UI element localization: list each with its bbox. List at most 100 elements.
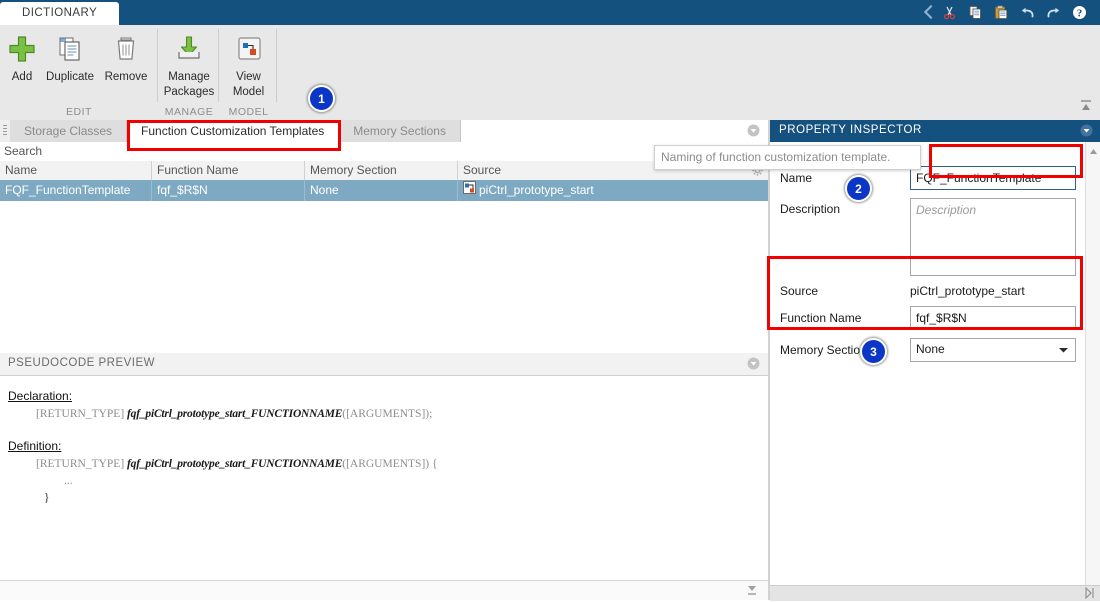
- table-row[interactable]: FQF_FunctionTemplate fqf_$R$N None piCtr…: [0, 180, 768, 202]
- definition-func-name: fqf_piCtrl_prototype_start_FUNCTIONNAME: [127, 458, 342, 470]
- function-name-label: Function Name: [780, 311, 861, 325]
- ribbon: Add Duplicate: [0, 25, 1100, 121]
- tab-storage-classes[interactable]: Storage Classes: [10, 120, 127, 142]
- cell-function-name: fqf_$R$N: [152, 180, 305, 201]
- tab-memory-sections[interactable]: Memory Sections: [339, 120, 461, 142]
- property-inspector-panel: PROPERTY INSPECTOR Name Description Desc…: [770, 120, 1100, 600]
- property-inspector-scrollbar[interactable]: [1085, 142, 1100, 600]
- property-inspector-header: PROPERTY INSPECTOR: [770, 120, 1100, 142]
- pseudocode-preview-title: PSEUDOCODE PREVIEW: [8, 357, 155, 369]
- declaration-line: [RETURN_TYPE] fqf_piCtrl_prototype_start…: [36, 406, 768, 423]
- ribbon-group-model-label: MODEL: [220, 106, 277, 118]
- callout-3: 3: [860, 338, 887, 365]
- remove-label: Remove: [98, 71, 154, 84]
- name-label: Name: [780, 171, 812, 185]
- view-model-button[interactable]: View Model: [220, 29, 277, 99]
- collapse-ribbon-icon[interactable]: [1078, 99, 1094, 113]
- source-value: piCtrl_prototype_start: [910, 284, 1025, 298]
- source-text: piCtrl_prototype_start: [479, 180, 594, 201]
- ribbon-group-divider: [218, 29, 219, 102]
- quick-access-toolbar: ?: [922, 0, 1100, 25]
- duplicate-button[interactable]: Duplicate: [42, 29, 98, 84]
- column-header-memory-section[interactable]: Memory Section: [305, 161, 458, 180]
- tab-function-customization-templates[interactable]: Function Customization Templates: [127, 120, 339, 142]
- source-label: Source: [780, 284, 818, 298]
- svg-text:?: ?: [1076, 8, 1082, 20]
- tab-row-filler: [461, 120, 768, 142]
- definition-heading: Definition:: [8, 439, 768, 453]
- memory-section-value: None: [916, 342, 945, 356]
- duplicate-label: Duplicate: [42, 71, 98, 84]
- trash-icon: [98, 29, 154, 69]
- title-bar: DICTIONARY: [0, 0, 1100, 25]
- property-inspector-close-icon[interactable]: [1080, 124, 1093, 140]
- view-model-line2: Model: [220, 86, 277, 99]
- property-inspector-body: Name Description Description Source piCt…: [770, 142, 1086, 600]
- pseudocode-preview-close-icon[interactable]: [747, 357, 760, 373]
- declaration-heading: Declaration:: [8, 389, 768, 403]
- table-header-row: Name Function Name Memory Section Source: [0, 161, 768, 181]
- copy-icon[interactable]: [962, 0, 988, 25]
- tooltip-text: Naming of function customization templat…: [661, 150, 890, 164]
- view-model-line1: View: [220, 71, 277, 84]
- scroll-to-bottom-icon[interactable]: [745, 584, 759, 600]
- description-textarea[interactable]: Description: [910, 198, 1076, 276]
- callout-2: 2: [845, 175, 872, 202]
- undo-icon[interactable]: [1014, 0, 1040, 25]
- quick-access-expand-icon[interactable]: [922, 0, 936, 25]
- add-button[interactable]: Add: [2, 29, 42, 84]
- description-label: Description: [780, 202, 840, 216]
- manage-packages-line2: Packages: [159, 86, 219, 99]
- ribbon-group-divider: [157, 29, 158, 102]
- search-input[interactable]: Search: [0, 142, 768, 162]
- ribbon-tab-dictionary[interactable]: DICTIONARY: [0, 2, 119, 25]
- manage-packages-line1: Manage: [159, 71, 219, 84]
- add-label: Add: [2, 71, 42, 84]
- chevron-down-icon[interactable]: [1055, 339, 1072, 361]
- manage-packages-button[interactable]: Manage Packages: [159, 29, 219, 99]
- property-row-source: Source piCtrl_prototype_start: [770, 284, 1086, 302]
- declaration-arguments: ([ARGUMENTS]): [342, 408, 429, 420]
- cell-memory-section: None: [305, 180, 458, 201]
- callout-1: 1: [308, 85, 335, 112]
- scroll-up-icon[interactable]: [1086, 144, 1100, 158]
- pseudocode-preview-footer: [0, 580, 768, 600]
- remove-button[interactable]: Remove: [98, 29, 154, 84]
- memory-section-dropdown[interactable]: None: [910, 338, 1076, 362]
- definition-return-type: [RETURN_TYPE]: [36, 458, 124, 470]
- tab-row-close-icon[interactable]: [747, 124, 760, 140]
- view-model-icon: [220, 29, 277, 69]
- help-icon[interactable]: ?: [1066, 0, 1092, 25]
- dictionary-app-window: DICTIONARY: [0, 0, 1100, 600]
- ribbon-group-model: View Model MODEL: [220, 25, 277, 120]
- ribbon-group-manage-label: MANAGE: [159, 106, 219, 118]
- name-input[interactable]: [910, 166, 1076, 190]
- cut-icon[interactable]: [936, 0, 962, 25]
- ribbon-group-edit: Add Duplicate: [0, 25, 158, 120]
- document-tab-row: Storage Classes Function Customization T…: [0, 120, 768, 143]
- document-pane: Storage Classes Function Customization T…: [0, 120, 768, 600]
- cell-source: piCtrl_prototype_start: [458, 180, 768, 201]
- source-file-icon: [463, 180, 476, 201]
- cell-name: FQF_FunctionTemplate: [0, 180, 152, 201]
- property-row-memory-section: Memory Section None: [770, 338, 1086, 362]
- definition-line: [RETURN_TYPE] fqf_piCtrl_prototype_start…: [36, 456, 768, 473]
- manage-packages-icon: [159, 29, 219, 69]
- pseudocode-preview-panel: PSEUDOCODE PREVIEW Declaration: [RETURN_…: [0, 353, 768, 600]
- tooltip: Naming of function customization templat…: [654, 145, 921, 170]
- pseudocode-preview-header: PSEUDOCODE PREVIEW: [0, 353, 768, 376]
- paste-icon[interactable]: [988, 0, 1014, 25]
- function-name-input[interactable]: [910, 306, 1076, 330]
- ribbon-tab-strip: DICTIONARY: [0, 0, 119, 25]
- pseudocode-preview-body: Declaration: [RETURN_TYPE] fqf_piCtrl_pr…: [0, 376, 768, 580]
- declaration-return-type: [RETURN_TYPE]: [36, 408, 124, 420]
- column-header-name[interactable]: Name: [0, 161, 152, 180]
- column-header-function-name[interactable]: Function Name: [152, 161, 305, 180]
- tab-drag-grip[interactable]: [0, 120, 10, 142]
- definition-close-brace: }: [44, 490, 768, 507]
- duplicate-icon: [42, 29, 98, 69]
- ribbon-group-edit-label: EDIT: [0, 106, 158, 118]
- definition-open-brace: {: [429, 458, 437, 470]
- redo-icon[interactable]: [1040, 0, 1066, 25]
- property-row-description: Description Description: [770, 198, 1086, 276]
